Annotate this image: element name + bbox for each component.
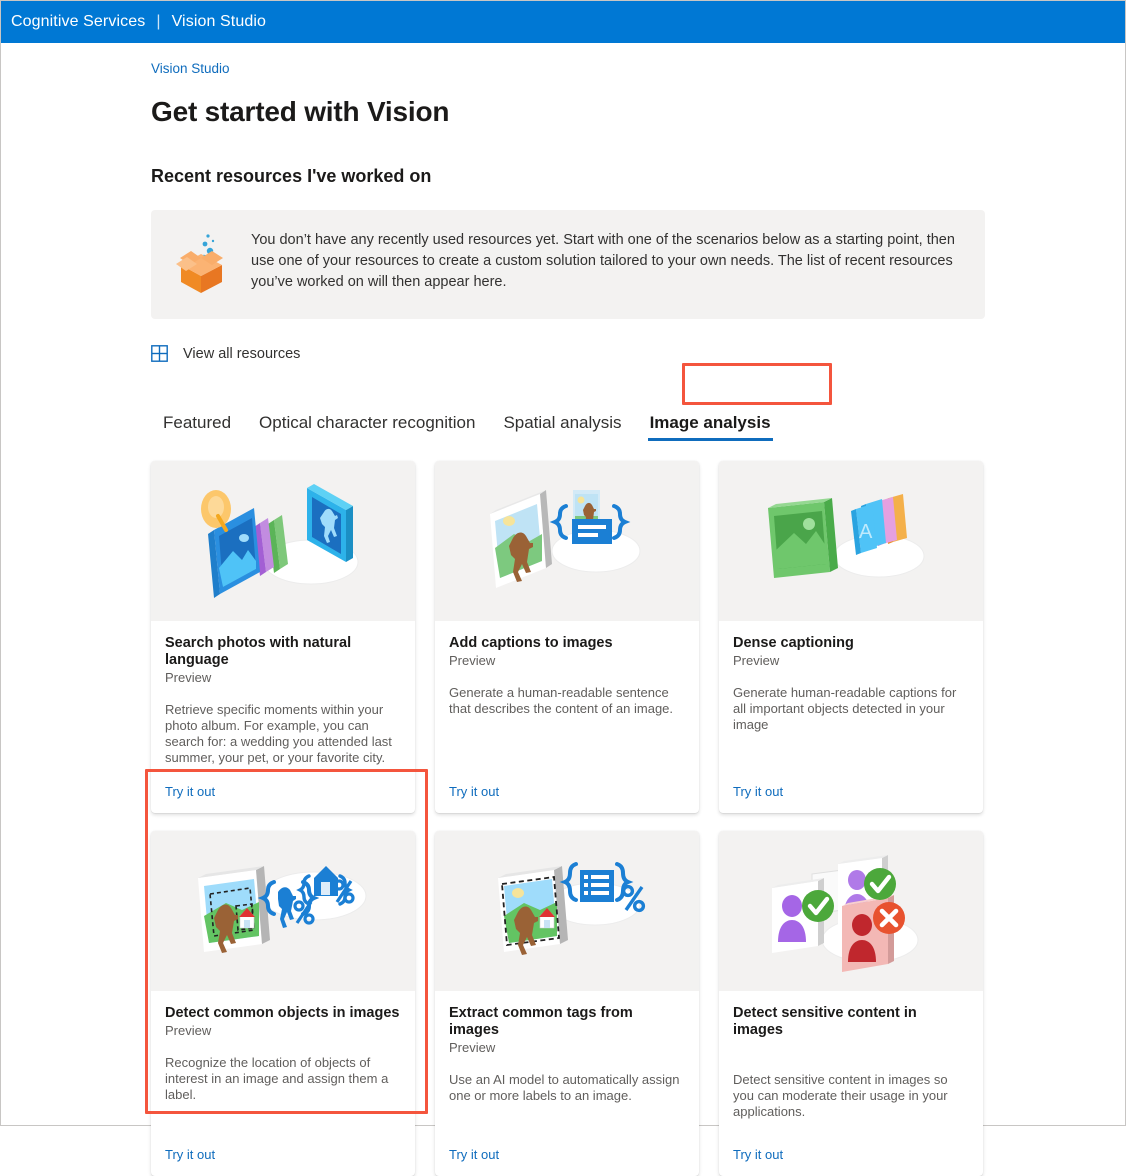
empty-state-text: You don’t have any recently used resourc… [251,232,955,290]
view-all-resources-link[interactable]: View all resources [151,345,300,362]
card-title: Detect common objects in images [165,1005,400,1021]
svg-text:A: A [859,521,873,543]
card-try-it-out-link[interactable]: Try it out [435,1129,699,1176]
view-all-resources-label: View all resources [183,345,301,362]
card-preview-badge [733,1040,969,1056]
breadcrumb[interactable]: Vision Studio [151,61,1085,76]
open-box-icon [167,230,237,299]
card-title: Extract common tags from images [449,1005,633,1038]
card-body: Dense captioning Preview Generate human-… [719,621,983,766]
card-add-captions-to-images[interactable]: Add captions to images Preview Generate … [435,461,699,813]
card-body: Search photos with natural language Prev… [151,621,415,766]
tab-image-analysis[interactable]: Image analysis [636,413,785,443]
card-body: Detect sensitive content in images Detec… [719,991,983,1129]
card-detect-sensitive-content-in-images[interactable]: Detect sensitive content in images Detec… [719,831,983,1176]
scenario-tabs: Featured Optical character recognition S… [151,397,1085,443]
page-title: Get started with Vision [151,96,450,127]
card-preview-badge: Preview [165,670,212,685]
card-preview-badge: Preview [449,1040,496,1055]
card-body: Add captions to images Preview Generate … [435,621,699,766]
card-body: Extract common tags from images Preview … [435,991,699,1129]
card-description: Generate a human-readable sentence that … [449,685,674,716]
card-description: Retrieve specific moments within your ph… [165,702,392,765]
scenario-card-grid-row-1: Search photos with natural language Prev… [151,461,983,813]
detect-objects-illustration [151,831,415,991]
card-description: Detect sensitive content in images so yo… [733,1072,948,1119]
card-description: Use an AI model to automatically assign … [449,1072,680,1103]
card-title: Dense captioning [733,635,854,651]
card-body: Detect common objects in images Preview … [151,991,415,1129]
tab-featured[interactable]: Featured [151,413,245,443]
empty-state-banner: You don’t have any recently used resourc… [151,210,985,319]
card-dense-captioning[interactable]: A Dense captioning Preview Generate huma… [719,461,983,813]
card-description: Recognize the location of objects of int… [165,1055,389,1102]
extract-tags-illustration [435,831,699,991]
card-try-it-out-link[interactable]: Try it out [151,766,415,813]
scenario-card-grid-row-2: Detect common objects in images Preview … [151,831,983,1176]
card-title: Add captions to images [449,635,613,651]
top-navigation-bar: Cognitive Services | Vision Studio [1,1,1125,43]
card-extract-common-tags-from-images[interactable]: Extract common tags from images Preview … [435,831,699,1176]
add-captions-illustration [435,461,699,621]
tab-optical-character-recognition[interactable]: Optical character recognition [245,413,489,443]
dense-captioning-illustration: A [719,461,983,621]
app-title[interactable]: Vision Studio [172,13,266,31]
topbar-divider: | [156,13,161,30]
card-try-it-out-link[interactable]: Try it out [435,766,699,813]
card-title: Detect sensitive content in images [733,1005,917,1038]
section-title-recent-resources: Recent resources I've worked on [151,166,432,186]
card-try-it-out-link[interactable]: Try it out [151,1129,415,1176]
card-search-photos-with-natural-language[interactable]: Search photos with natural language Prev… [151,461,415,813]
card-preview-badge: Preview [733,653,780,668]
card-preview-badge: Preview [449,653,496,668]
card-preview-badge: Preview [165,1023,212,1038]
card-try-it-out-link[interactable]: Try it out [719,1129,983,1176]
card-try-it-out-link[interactable]: Try it out [719,766,983,813]
card-description: Generate human-readable captions for all… [733,685,957,732]
card-title: Search photos with natural language [165,635,352,668]
grid-icon [151,345,168,362]
brand-label[interactable]: Cognitive Services [11,13,145,31]
tab-spatial-analysis[interactable]: Spatial analysis [489,413,635,443]
detect-sensitive-illustration [719,831,983,991]
main-content: Vision Studio Get started with Vision Re… [1,61,1125,1176]
search-photos-illustration [151,461,415,621]
card-detect-common-objects-in-images[interactable]: Detect common objects in images Preview … [151,831,415,1176]
